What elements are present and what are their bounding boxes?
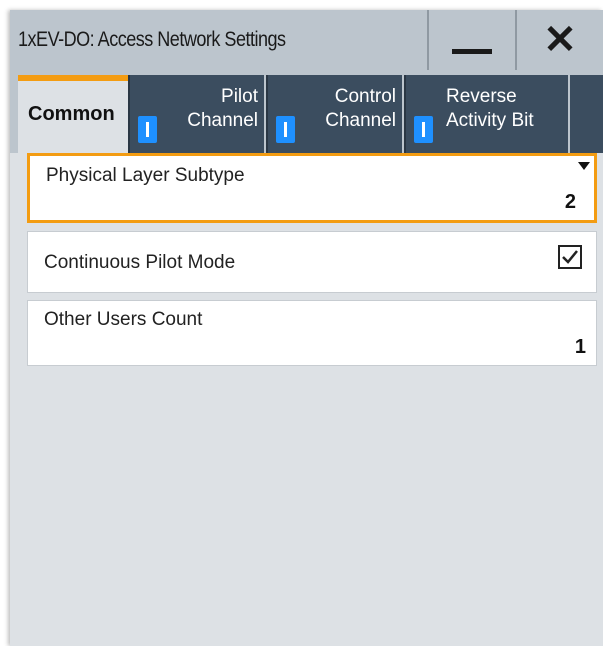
state-indicator-icon [138,116,157,143]
field-value: 1 [574,336,586,358]
tab-reverse-activity-bit-label: Reverse Activity Bit [446,86,534,131]
state-indicator-icon [276,116,295,143]
active-tab-highlight [18,75,128,81]
close-icon: ✕ [543,18,577,62]
tab-control-channel-label: Control Channel [325,86,396,131]
physical-layer-subtype-field[interactable]: Physical Layer Subtype 2 [27,153,597,223]
tab-bar: Common Pilot Channel Control Channel Rev… [10,70,603,153]
minimize-button[interactable] [427,10,515,70]
close-button[interactable]: ✕ [515,10,603,70]
window-title: 1xEV-DO: Access Network Settings [18,28,286,51]
tab-common[interactable]: Common [18,75,128,153]
chevron-down-icon [578,162,590,170]
dialog-window: 1xEV-DO: Access Network Settings ✕ Commo… [10,10,603,646]
checkmark-icon [562,250,578,264]
tab-reverse-activity-bit[interactable]: Reverse Activity Bit [404,75,568,153]
tab-pilot-channel[interactable]: Pilot Channel [128,75,264,153]
state-indicator-icon [414,116,433,143]
tab-pilot-channel-label: Pilot Channel [187,86,258,131]
field-label: Physical Layer Subtype [46,165,245,186]
tab-common-label: Common [28,103,115,125]
field-value: 2 [564,191,576,213]
minimize-icon [452,48,492,54]
field-label: Continuous Pilot Mode [44,252,236,273]
other-users-count-field[interactable]: Other Users Count 1 [27,300,597,366]
title-bar: 1xEV-DO: Access Network Settings ✕ [10,10,603,70]
field-label: Other Users Count [44,309,203,330]
tab-overflow [570,75,603,153]
tab-control-channel[interactable]: Control Channel [266,75,402,153]
continuous-pilot-mode-checkbox[interactable] [558,245,582,269]
continuous-pilot-mode-field[interactable]: Continuous Pilot Mode [27,231,597,293]
